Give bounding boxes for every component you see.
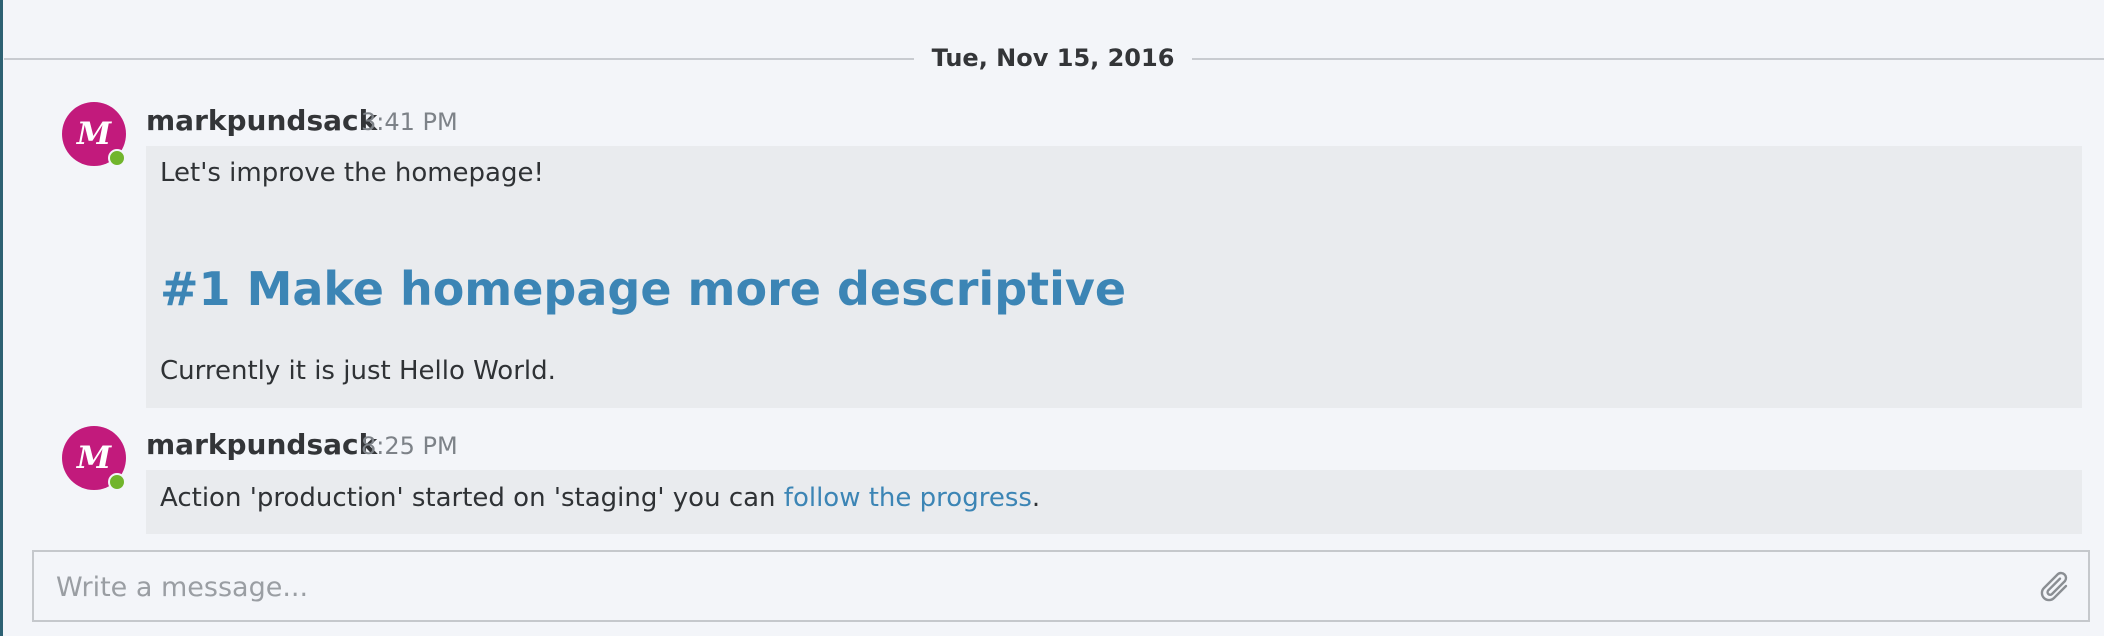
message-timestamp: 3:41 PM: [361, 108, 458, 136]
online-status-dot: [108, 149, 126, 167]
message-composer: [32, 550, 2090, 622]
message-text-before-link: Action 'production' started on 'staging'…: [160, 483, 784, 513]
online-status-dot: [108, 473, 126, 491]
message-author[interactable]: markpundsack: [146, 428, 377, 461]
left-edge-border: [0, 0, 3, 636]
message-author[interactable]: markpundsack: [146, 104, 377, 137]
message-text: Action 'production' started on 'staging'…: [160, 483, 1040, 513]
message-body-text: Currently it is just Hello World.: [160, 356, 556, 386]
message-text-after-link: .: [1031, 483, 1041, 513]
message-heading: #1 Make homepage more descriptive: [160, 262, 1127, 316]
divider-line-right: [1192, 58, 2104, 60]
paperclip-icon[interactable]: [2036, 568, 2076, 608]
message-intro-text: Let's improve the homepage!: [160, 158, 544, 188]
follow-progress-link[interactable]: follow the progress: [784, 483, 1032, 513]
message-input[interactable]: [54, 566, 2008, 608]
divider-line-left: [4, 58, 914, 60]
date-divider: Tue, Nov 15, 2016: [0, 40, 2104, 80]
message-body: Action 'production' started on 'staging'…: [146, 470, 2082, 534]
message-body: Let's improve the homepage! #1 Make home…: [146, 146, 2082, 408]
date-label: Tue, Nov 15, 2016: [931, 44, 1175, 72]
message-timestamp: 8:25 PM: [361, 432, 458, 460]
